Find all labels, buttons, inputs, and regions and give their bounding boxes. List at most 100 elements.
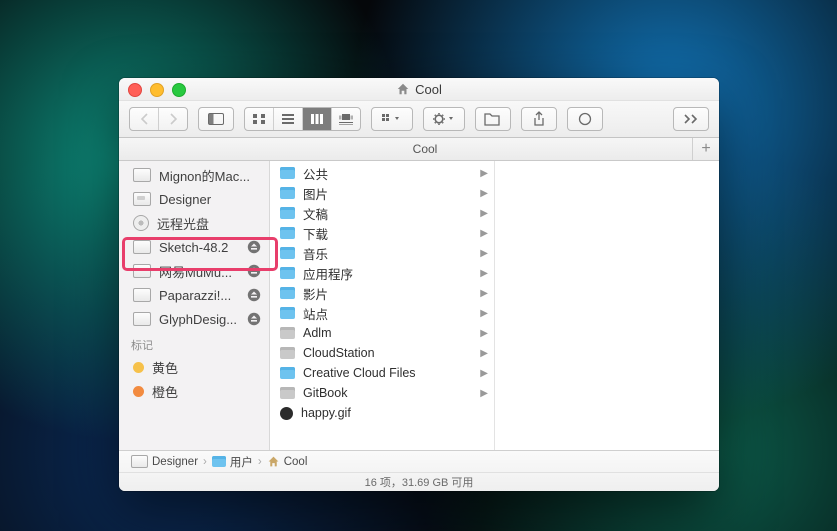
- folder-icon: [280, 347, 295, 359]
- sidebar-item-label: 远程光盘: [157, 214, 261, 233]
- titlebar[interactable]: Cool: [119, 78, 719, 101]
- file-row[interactable]: happy.gif: [270, 403, 494, 423]
- file-row[interactable]: CloudStation▶: [270, 343, 494, 363]
- folder-icon: [280, 187, 295, 199]
- sidebar: Mignon的Mac...Designer 远程光盘 Sketch-48.2 网易Mu…: [119, 161, 270, 450]
- back-button[interactable]: [130, 108, 158, 130]
- chevron-right-icon: ▶: [480, 288, 488, 299]
- file-name: GitBook: [303, 386, 472, 400]
- breadcrumb-label: 用户: [230, 454, 253, 470]
- sidebar-item-label: Sketch-48.2: [159, 240, 239, 255]
- sidebar-item-label: Paparazzi!...: [159, 288, 239, 303]
- folder-icon: [280, 387, 295, 399]
- file-row[interactable]: 影片 ▶: [270, 283, 494, 303]
- sidebar-toggle[interactable]: [198, 107, 234, 131]
- sidebar-item[interactable]: Designer: [119, 187, 269, 211]
- desktop-wallpaper: Cool: [0, 0, 837, 531]
- file-row[interactable]: 图片 ▶: [270, 183, 494, 203]
- breadcrumb-item[interactable]: Cool: [267, 455, 308, 468]
- breadcrumb-item[interactable]: Designer: [131, 455, 198, 468]
- chevron-right-icon: ▶: [480, 208, 488, 219]
- home-icon: [396, 82, 410, 96]
- file-column-2[interactable]: [495, 161, 719, 450]
- tags-button[interactable]: [567, 107, 603, 131]
- file-row[interactable]: 公共▶: [270, 163, 494, 183]
- file-name: 站点: [303, 304, 472, 323]
- forward-button[interactable]: [158, 108, 187, 130]
- sidebar-item[interactable]: 远程光盘: [119, 211, 269, 235]
- folder-icon: [280, 327, 295, 339]
- disk-icon: [133, 312, 151, 326]
- disk-icon: [133, 288, 151, 302]
- folder-icon: [280, 167, 295, 179]
- home-icon: [267, 455, 280, 468]
- path-bar[interactable]: Designer › 用户 › Cool: [119, 451, 719, 473]
- minimize-button[interactable]: [150, 83, 164, 97]
- column-view: 公共▶图片▶文稿▶下载▶音乐▶应用程序▶影片▶站点▶Adlm▶CloudStat…: [270, 161, 719, 450]
- sidebar-item[interactable]: 网易MuMu...: [119, 259, 269, 283]
- tag-color-icon: [133, 362, 144, 373]
- file-name: 影片: [303, 284, 472, 303]
- action-menu[interactable]: [423, 107, 465, 131]
- close-button[interactable]: [128, 83, 142, 97]
- nav-buttons: [129, 107, 188, 131]
- arrange-menu[interactable]: [371, 107, 413, 131]
- chevron-right-icon: ▶: [480, 248, 488, 259]
- file-column-1[interactable]: 公共▶图片▶文稿▶下载▶音乐▶应用程序▶影片▶站点▶Adlm▶CloudStat…: [270, 161, 495, 450]
- breadcrumb-label: Designer: [152, 456, 198, 468]
- tab-label[interactable]: Cool: [413, 142, 438, 156]
- disk-icon: [133, 240, 151, 254]
- eject-icon[interactable]: [247, 240, 261, 254]
- folder-icon: [280, 267, 295, 279]
- toolbar-overflow[interactable]: [673, 107, 709, 131]
- view-list-button[interactable]: [273, 108, 302, 130]
- chevron-right-icon: ▶: [480, 388, 488, 399]
- view-switcher: [244, 107, 361, 131]
- file-row[interactable]: Adlm▶: [270, 323, 494, 343]
- chevron-right-icon: ▶: [480, 268, 488, 279]
- new-tab-button[interactable]: +: [692, 138, 719, 160]
- breadcrumb-label: Cool: [284, 456, 308, 468]
- chevron-right-icon: ▶: [480, 188, 488, 199]
- disk-icon: [133, 264, 151, 278]
- view-icon-button[interactable]: [245, 108, 273, 130]
- chevron-right-icon: ▶: [480, 328, 488, 339]
- sidebar-item[interactable]: Paparazzi!...: [119, 283, 269, 307]
- file-name: CloudStation: [303, 346, 472, 360]
- sidebar-tag[interactable]: 橙色: [119, 379, 269, 403]
- file-row[interactable]: 站点▶: [270, 303, 494, 323]
- eject-icon[interactable]: [247, 264, 261, 278]
- eject-icon[interactable]: [247, 312, 261, 326]
- view-column-button[interactable]: [302, 108, 331, 130]
- folder-icon: [280, 367, 295, 379]
- sidebar-item-label: 网易MuMu...: [159, 262, 239, 281]
- file-name: 图片: [303, 184, 472, 203]
- optical-disc-icon: [133, 215, 149, 231]
- file-row[interactable]: Creative Cloud Files▶: [270, 363, 494, 383]
- eject-icon[interactable]: [247, 288, 261, 302]
- file-name: happy.gif: [301, 406, 488, 420]
- new-folder-button[interactable]: [475, 107, 511, 131]
- sidebar-tag[interactable]: 黄色: [119, 355, 269, 379]
- file-row[interactable]: 文稿▶: [270, 203, 494, 223]
- file-row[interactable]: 应用程序▶: [270, 263, 494, 283]
- sidebar-item[interactable]: GlyphDesig...: [119, 307, 269, 331]
- folder-icon: [280, 287, 295, 299]
- breadcrumb-separator: ›: [258, 456, 262, 468]
- chevron-right-icon: ▶: [480, 368, 488, 379]
- status-bar: 16 项，31.69 GB 可用: [119, 473, 719, 491]
- disk-icon: [131, 455, 148, 468]
- breadcrumb-separator: ›: [203, 456, 207, 468]
- zoom-button[interactable]: [172, 83, 186, 97]
- sidebar-item[interactable]: Mignon的Mac...: [119, 163, 269, 187]
- finder-window: Cool: [119, 78, 719, 491]
- sidebar-item[interactable]: Sketch-48.2: [119, 235, 269, 259]
- file-row[interactable]: 音乐▶: [270, 243, 494, 263]
- chevron-right-icon: ▶: [480, 228, 488, 239]
- breadcrumb-item[interactable]: 用户: [212, 454, 253, 470]
- view-coverflow-button[interactable]: [331, 108, 360, 130]
- file-row[interactable]: 下载▶: [270, 223, 494, 243]
- file-row[interactable]: GitBook ▶: [270, 383, 494, 403]
- share-button[interactable]: [521, 107, 557, 131]
- footer: Designer › 用户 › Cool 16 项，31.69 GB 可用: [119, 450, 719, 491]
